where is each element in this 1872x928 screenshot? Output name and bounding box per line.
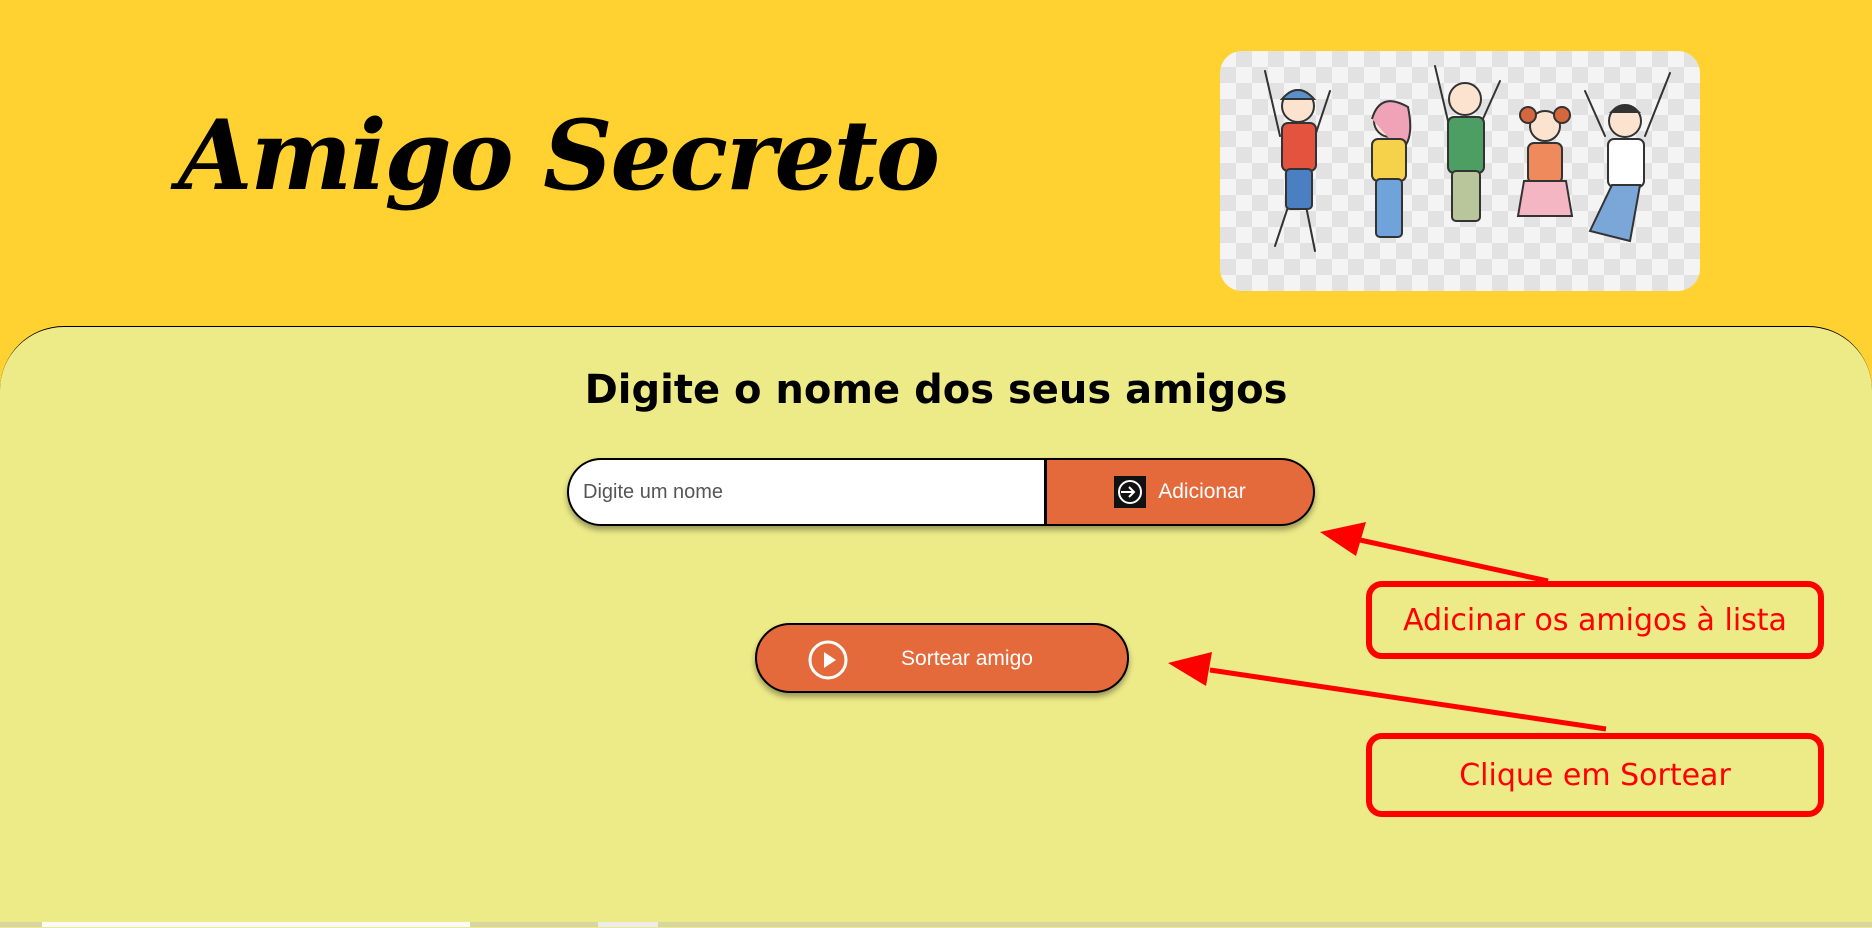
- bottom-edge-segment: [598, 922, 658, 927]
- name-input[interactable]: [567, 458, 1047, 526]
- draw-button-label: Sortear amigo: [901, 647, 1033, 670]
- friends-jumping-illustration: [1264, 65, 1671, 252]
- annotation-add-friends: Adicinar os amigos à lista: [1366, 581, 1824, 659]
- annotation-draw-text: Clique em Sortear: [1459, 757, 1731, 793]
- add-button-label: Adicionar: [1158, 480, 1246, 503]
- annotation-click-draw: Clique em Sortear: [1366, 733, 1824, 817]
- friends-illustration: [1220, 51, 1700, 291]
- add-friend-group: Adicionar: [567, 458, 1315, 526]
- annotation-add-text: Adicinar os amigos à lista: [1403, 602, 1787, 638]
- header: Amigo Secreto: [0, 0, 1872, 330]
- section-subtitle: Digite o nome dos seus amigos: [584, 367, 1288, 413]
- bottom-edge-segment: [42, 922, 470, 927]
- add-button[interactable]: Adicionar: [1047, 458, 1315, 526]
- draw-button[interactable]: Sortear amigo: [755, 623, 1129, 693]
- enter-icon: [1114, 476, 1147, 508]
- page-title: Amigo Secreto: [178, 99, 940, 212]
